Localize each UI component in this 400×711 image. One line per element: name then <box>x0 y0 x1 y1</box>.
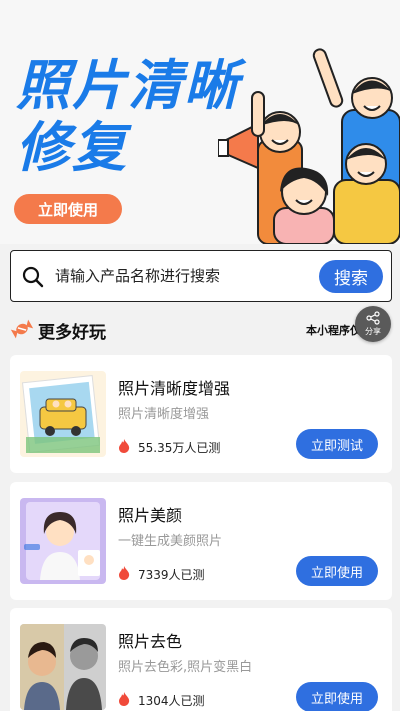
search-icon <box>22 266 44 288</box>
banner-title-line2: 修复 <box>16 116 128 179</box>
card-title: 照片去色 <box>118 632 183 651</box>
hero-banner[interactable]: 照片清晰 修复 立即使用 <box>0 0 400 244</box>
search-input[interactable] <box>55 261 315 291</box>
card-thumbnail <box>20 624 106 710</box>
section-note: 本小程序仅 <box>306 324 361 337</box>
fire-icon <box>119 566 130 580</box>
card-thumbnail <box>20 371 106 457</box>
banner-title-line1: 照片清晰 <box>16 54 240 117</box>
section-header: 更多好玩 本小程序仅 <box>10 316 390 344</box>
cheering-people-illustration <box>218 48 400 244</box>
banner-use-now-button[interactable]: 立即使用 <box>14 194 122 224</box>
fire-icon <box>119 439 130 453</box>
card-subtitle: 一键生成美颜照片 <box>118 534 223 549</box>
candy-icon <box>10 319 34 339</box>
card-subtitle: 照片去色彩,照片变黑白 <box>118 660 253 675</box>
card-test-now-button[interactable]: 立即测试 <box>296 429 378 459</box>
section-title: 更多好玩 <box>38 323 106 343</box>
card-count: 1304人已测 <box>138 694 205 708</box>
search-bar: 搜索 <box>10 250 392 302</box>
share-button[interactable]: 分享 <box>355 306 391 342</box>
product-card-beauty[interactable]: 照片美颜 一键生成美颜照片 7339人已测 立即使用 <box>10 482 392 600</box>
card-count: 55.35万人已测 <box>138 441 221 455</box>
search-button[interactable]: 搜索 <box>319 260 383 293</box>
share-icon <box>366 311 380 325</box>
product-card-enhance[interactable]: 照片清晰度增强 照片清晰度增强 55.35万人已测 立即测试 <box>10 355 392 473</box>
card-title: 照片清晰度增强 <box>118 379 231 398</box>
share-label: 分享 <box>365 327 381 336</box>
card-subtitle: 照片清晰度增强 <box>118 407 210 422</box>
product-card-decolor[interactable]: 照片去色 照片去色彩,照片变黑白 1304人已测 立即使用 <box>10 608 392 711</box>
card-use-now-button[interactable]: 立即使用 <box>296 556 378 586</box>
card-title: 照片美颜 <box>118 506 183 525</box>
card-count: 7339人已测 <box>138 568 205 582</box>
card-thumbnail <box>20 498 106 584</box>
card-use-now-button[interactable]: 立即使用 <box>296 682 378 711</box>
fire-icon <box>119 692 130 706</box>
